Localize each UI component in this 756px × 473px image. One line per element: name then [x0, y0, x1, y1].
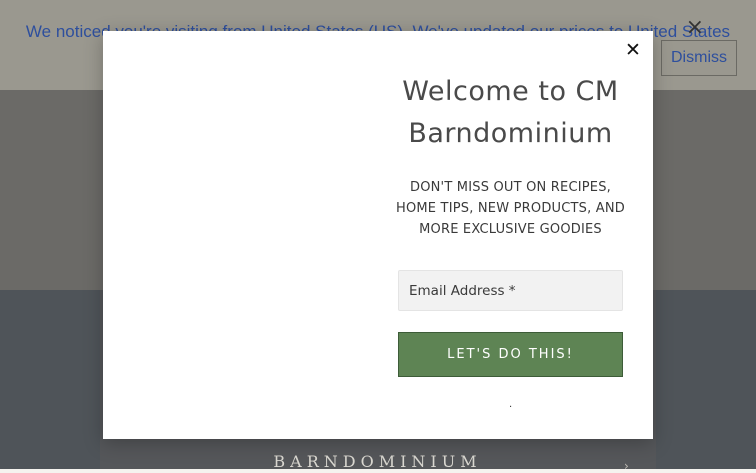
- chevron-right-icon: ›: [624, 459, 629, 473]
- footer-logo[interactable]: BARNDOMINIUM: [270, 452, 485, 471]
- newsletter-modal: ✕ Welcome to CM Barndominium DON'T MISS …: [103, 31, 653, 439]
- submit-button[interactable]: LET'S DO THIS!: [398, 332, 623, 377]
- modal-title: Welcome to CM Barndominium: [402, 76, 619, 149]
- modal-subtitle: DON'T MISS OUT ON RECIPES, HOME TIPS, NE…: [395, 180, 626, 237]
- close-icon[interactable]: ✕: [624, 39, 642, 61]
- email-field[interactable]: [398, 270, 623, 311]
- modal-dot: .: [509, 399, 513, 410]
- close-icon[interactable]: ×: [686, 15, 704, 40]
- dismiss-button[interactable]: Dismiss: [661, 40, 737, 76]
